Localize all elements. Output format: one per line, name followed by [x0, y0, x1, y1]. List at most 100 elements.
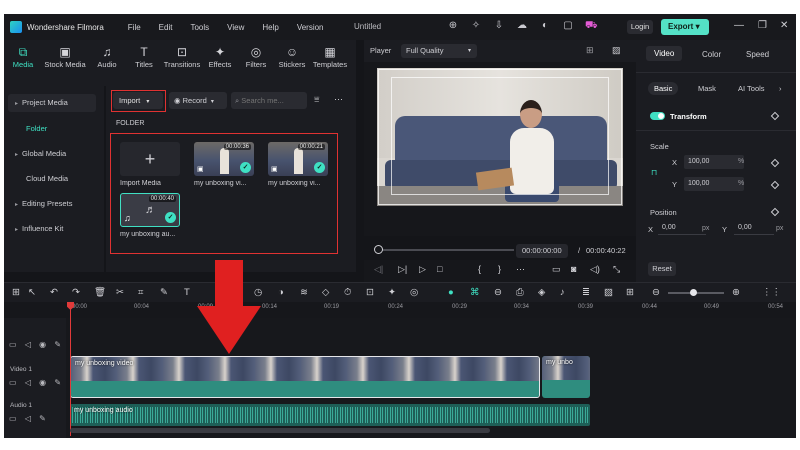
mark-out-icon[interactable]: } — [498, 264, 501, 274]
media-item-video-2[interactable]: 00:00:21 ▣ ✓ my unboxing vi... — [268, 142, 328, 187]
snapshot-icon[interactable]: ▨ — [612, 45, 621, 56]
crop-icon[interactable]: ⌗ — [138, 287, 143, 298]
audio-clip[interactable]: my unboxing audio — [70, 404, 590, 426]
fullscreen-icon[interactable]: ⤡ — [613, 264, 620, 275]
sidebar-item-folder[interactable]: Folder — [8, 120, 96, 138]
tab-filters[interactable]: ◎ Filters — [238, 40, 274, 86]
login-button[interactable]: Login — [627, 20, 653, 34]
tab-stock-media[interactable]: ▣ Stock Media — [42, 40, 88, 86]
lightbulb-icon[interactable]: ✧ — [470, 20, 482, 32]
layout-icon[interactable]: ⊞ — [12, 287, 20, 298]
tab-color[interactable]: Color — [702, 50, 721, 59]
cart-icon[interactable]: ⛟ — [585, 20, 598, 32]
player-scrubber[interactable] — [378, 249, 514, 251]
select-tool-icon[interactable]: ↖ — [28, 287, 36, 298]
subtab-mask[interactable]: Mask — [698, 84, 716, 93]
menu-file[interactable]: File — [128, 23, 141, 32]
chevron-right-icon[interactable]: › — [779, 84, 782, 93]
minimize-icon[interactable]: — — [734, 20, 744, 31]
voice-icon[interactable]: ≣ — [582, 287, 590, 298]
delete-icon[interactable]: 🗑 — [94, 287, 106, 298]
record-button[interactable]: ◉ Record ▾ — [169, 92, 227, 109]
stop-icon[interactable]: □ — [437, 264, 442, 274]
video-clip-2[interactable]: my unbo — [542, 356, 590, 398]
scrubber-handle[interactable] — [374, 245, 383, 254]
transform-toggle[interactable] — [650, 112, 665, 120]
previous-frame-icon[interactable]: ◁| — [374, 264, 383, 275]
subtab-ai-tools[interactable]: AI Tools — [738, 84, 765, 93]
tab-video[interactable]: Video — [646, 46, 683, 61]
marker-icon[interactable]: ⊖ — [494, 287, 502, 298]
track-controls-icons[interactable]: ▭ ◁ ✎ — [9, 414, 49, 423]
speed-icon[interactable]: ◷ — [254, 287, 262, 298]
tab-audio[interactable]: ♫ Audio — [88, 40, 126, 86]
audio-adjust-icon[interactable]: ≋ — [300, 287, 308, 298]
menu-view[interactable]: View — [227, 23, 244, 32]
mark-in-icon[interactable]: { — [478, 264, 481, 274]
tab-transitions[interactable]: ⊡ Transitions — [162, 40, 202, 86]
filter-icon[interactable]: ⩸ — [314, 94, 319, 105]
reset-button[interactable]: Reset — [648, 262, 676, 276]
snap-icon[interactable]: ⌘ — [470, 287, 480, 298]
sidebar-item-project-media[interactable]: ▸ Project Media — [8, 94, 96, 112]
microphone-icon[interactable]: ♪ — [560, 287, 565, 298]
sidebar-item-editing-presets[interactable]: ▸ Editing Presets — [8, 195, 96, 213]
scale-x-input[interactable]: 100,00 — [684, 155, 744, 169]
cloud-upload-icon[interactable]: ☁ — [516, 20, 528, 32]
render-icon[interactable]: ● — [448, 287, 454, 298]
menu-edit[interactable]: Edit — [159, 23, 173, 32]
media-item-audio[interactable]: 00:00:40 ♫ ♬ ✓ my unboxing au... — [120, 193, 180, 238]
tab-effects[interactable]: ✦ Effects — [202, 40, 238, 86]
lock-ratio-icon[interactable]: ⊓ — [651, 168, 657, 177]
redo-icon[interactable]: ↷ — [72, 287, 80, 298]
link-icon[interactable]: ⎙ — [516, 287, 524, 298]
media-item-video-1[interactable]: 00:00:36 ▣ ✓ my unboxing vi... — [194, 142, 254, 187]
pen-icon[interactable]: ✎ — [160, 287, 168, 298]
sidebar-item-cloud-media[interactable]: Cloud Media — [8, 170, 96, 188]
zoom-in-icon[interactable]: ⊕ — [732, 287, 740, 298]
download-icon[interactable]: ⇩ — [493, 20, 505, 32]
tab-templates[interactable]: ▦ Templates — [310, 40, 350, 86]
zoom-slider-handle[interactable] — [690, 289, 697, 296]
color-icon[interactable]: ◑ — [278, 287, 284, 298]
pos-x-input[interactable]: 0,00 — [658, 221, 706, 235]
image-icon[interactable]: ▨ — [604, 287, 613, 298]
ai-icon[interactable]: ✦ — [388, 287, 396, 298]
track-controls-icons[interactable]: ▭ ◁ ◉ ✎ — [9, 340, 64, 349]
subtab-basic[interactable]: Basic — [648, 82, 679, 95]
track-controls-icons[interactable]: ▭ ◁ ◉ ✎ — [9, 378, 64, 387]
keyframe-diamond-icon[interactable] — [770, 111, 780, 121]
grid-icon[interactable]: ⋮⋮ — [762, 287, 781, 298]
close-icon[interactable]: ✕ — [780, 20, 788, 31]
timeline-scrollbar[interactable] — [70, 428, 490, 433]
shield-icon[interactable]: ◈ — [538, 287, 545, 298]
restore-icon[interactable]: ❐ — [758, 20, 767, 31]
video-clip[interactable]: my unboxing video — [70, 356, 540, 398]
display-icon[interactable]: ▭ — [552, 264, 561, 275]
tab-titles[interactable]: T Titles — [126, 40, 162, 86]
quality-dropdown[interactable]: Full Quality ▾ — [401, 44, 477, 58]
notification-icon[interactable]: ▢ — [562, 20, 574, 32]
tab-media[interactable]: ⧉ Media — [4, 40, 42, 86]
menu-help[interactable]: Help — [262, 23, 278, 32]
mask-icon[interactable]: ◎ — [410, 287, 418, 298]
gift-icon[interactable]: ⊕ — [447, 20, 459, 32]
keyframe-diamond-icon[interactable] — [770, 180, 780, 190]
import-media-tile[interactable]: + Import Media — [120, 142, 180, 187]
more-options-icon[interactable]: ⋯ — [334, 94, 343, 105]
support-icon[interactable]: ◐ — [539, 20, 551, 32]
search-input[interactable] — [241, 96, 294, 105]
sidebar-item-influence-kit[interactable]: ▸ Influence Kit — [8, 220, 96, 238]
pip-icon[interactable]: ⊞ — [626, 287, 634, 298]
stabilize-icon[interactable]: ⊡ — [366, 287, 374, 298]
menu-tools[interactable]: Tools — [190, 23, 209, 32]
more-icon[interactable]: ⋯ — [516, 264, 525, 275]
sidebar-item-global-media[interactable]: ▸ Global Media — [8, 145, 96, 163]
play-icon[interactable]: ▷ — [419, 264, 426, 275]
timeline-tracks[interactable]: my unboxing video my unbo my unboxing au… — [66, 318, 796, 438]
tab-speed[interactable]: Speed — [746, 50, 769, 59]
volume-icon[interactable]: ◁) — [590, 264, 600, 275]
player-preview[interactable]: 00:00:00:00 / 00:00:40:22 — [364, 62, 636, 258]
scale-y-input[interactable]: 100,00 — [684, 177, 744, 191]
tab-stickers[interactable]: ☺ Stickers — [274, 40, 310, 86]
